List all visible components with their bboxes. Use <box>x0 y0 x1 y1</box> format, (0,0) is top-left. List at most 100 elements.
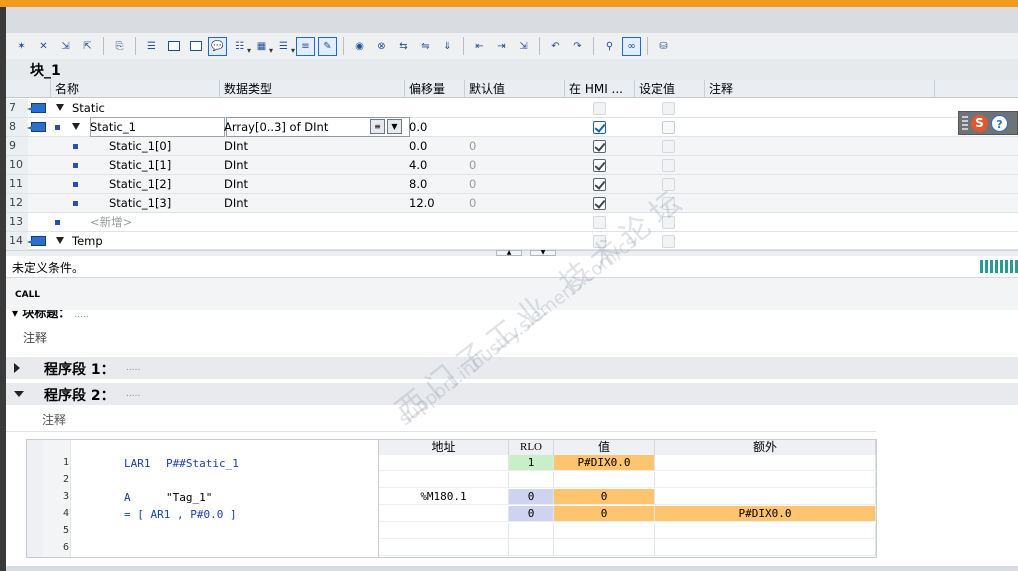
sogou-s-icon[interactable]: S <box>971 114 988 132</box>
stl-operand[interactable]: "Tag_1" <box>166 491 212 504</box>
table-row[interactable]: 12 Static_1[3] DInt 12.0 0 <box>6 194 1018 213</box>
stl-instruction[interactable]: = [ AR1 , P#0.0 ] <box>124 508 237 521</box>
collapse-arrow-icon[interactable] <box>72 123 80 130</box>
setpoint-checkbox[interactable] <box>662 178 675 191</box>
previous-call-icon[interactable]: ↶ <box>546 37 565 56</box>
step-over-icon[interactable]: ⇋ <box>416 37 435 56</box>
stl-instruction[interactable]: LAR1 <box>124 457 151 470</box>
col-setpoint-header[interactable]: 设定值 <box>634 80 704 98</box>
hmi-checkbox[interactable] <box>593 102 606 115</box>
table-row[interactable]: 8 Static_1 Array[0..3] of DInt ≡ ▼ 0.0 <box>6 117 1018 137</box>
var-name: Static_1[1] <box>109 158 172 172</box>
expand-all-icon[interactable]: ⇲ <box>56 37 75 56</box>
table-row[interactable]: 9 Static_1[0] DInt 0.0 0 <box>6 137 1018 156</box>
setpoint-checkbox[interactable] <box>662 121 675 134</box>
network-comments-icon[interactable]: ☰ ▾ <box>274 37 295 56</box>
hmi-checkbox[interactable] <box>593 159 606 172</box>
var-offset: 4.0 <box>409 158 428 172</box>
show-list-icon[interactable]: ≡ <box>296 36 315 56</box>
table-row[interactable]: 13 <新增> <box>6 213 1018 232</box>
col-hmi-header[interactable]: 在 HMI ... <box>564 80 636 98</box>
rlo-cell: 0 <box>509 489 554 505</box>
goto-icon[interactable]: ⇆ <box>394 37 413 56</box>
editor-title-strip <box>0 7 1018 33</box>
var-name[interactable]: Static_1 <box>90 118 136 136</box>
collapse-arrow-icon[interactable] <box>56 104 64 111</box>
database-icon[interactable]: ⛁ <box>654 37 673 56</box>
row-number: 14 <box>6 232 28 250</box>
hmi-checkbox[interactable] <box>593 235 606 248</box>
call-instruction[interactable]: CALL <box>15 290 40 300</box>
block-title-header[interactable]: ▾ 块标题： ..... <box>12 310 89 322</box>
hmi-checkbox[interactable] <box>593 178 606 191</box>
hmi-checkbox[interactable] <box>593 121 606 134</box>
col-comment-header[interactable]: 注释 <box>704 80 934 98</box>
indent-icon[interactable]: ⇥ <box>492 37 511 56</box>
expand-arrow-icon[interactable] <box>14 363 20 373</box>
hmi-checkbox[interactable] <box>593 140 606 153</box>
stl-instruction[interactable]: A <box>124 491 131 504</box>
block-interface-icon[interactable] <box>164 37 183 56</box>
insert-row-icon[interactable]: ✶ <box>12 37 31 56</box>
setpoint-checkbox[interactable] <box>662 140 675 153</box>
stl-operand[interactable]: P##Static_1 <box>166 457 239 470</box>
col-name-header[interactable]: 名称 <box>50 80 226 98</box>
setpoint-checkbox[interactable] <box>662 159 675 172</box>
ime-toolbar[interactable]: S ? <box>958 111 1018 135</box>
table-row[interactable]: 7 Static <box>6 99 1018 118</box>
section-icon <box>27 103 46 113</box>
snapshot-icon[interactable]: ⎘ <box>110 37 129 56</box>
step-into-icon[interactable]: ⇓ <box>438 37 457 56</box>
outdent-icon[interactable]: ⇲ <box>514 37 533 56</box>
favorites-icon[interactable]: ▦ ▾ <box>252 37 273 56</box>
block-comment[interactable]: 注释 <box>23 329 47 346</box>
setpoint-checkbox[interactable] <box>662 197 675 210</box>
table-row[interactable]: 14 Temp <box>6 232 1018 250</box>
hmi-checkbox[interactable] <box>593 216 606 229</box>
breakpoint-gutter[interactable] <box>27 440 43 557</box>
col-datatype-header[interactable]: 数据类型 <box>219 80 406 98</box>
network-1-header[interactable]: 程序段 1： ..... <box>6 357 1018 379</box>
network-2-header[interactable]: 程序段 2： ..... <box>6 383 1018 405</box>
favorites-bar-icon[interactable] <box>980 260 1018 273</box>
delete-row-icon[interactable]: ✕ <box>34 37 53 56</box>
setpoint-checkbox[interactable] <box>662 216 675 229</box>
toolbar-separator <box>135 37 136 55</box>
col-default-header[interactable]: 默认值 <box>464 80 564 98</box>
col-offset-header[interactable]: 偏移量 <box>404 80 464 98</box>
collapse-arrow-icon[interactable] <box>14 391 24 397</box>
setpoint-checkbox[interactable] <box>662 102 675 115</box>
network-2-label: 程序段 2： <box>44 388 115 404</box>
next-call-icon[interactable]: ↷ <box>568 37 587 56</box>
comment-toggle-icon[interactable]: 💬 <box>208 36 227 56</box>
network-2-title[interactable]: ..... <box>126 389 140 399</box>
rlo-cell <box>509 540 554 556</box>
insert-network-icon[interactable]: ☰ <box>142 37 161 56</box>
indent-left-icon[interactable]: ⇤ <box>470 37 489 56</box>
drag-grip-icon[interactable] <box>962 116 968 130</box>
dropdown-arrow-icon[interactable]: ▼ <box>387 119 402 134</box>
stl-code-pane[interactable]: 1 2 3 4 5 6 LAR1 P##Static_1 A "Tag_1" =… <box>27 440 379 557</box>
call-environment-icon[interactable]: ⚲ <box>600 37 619 56</box>
clear-breakpoint-icon[interactable]: ⊗ <box>372 37 391 56</box>
collapse-all-icon[interactable]: ⇱ <box>78 37 97 56</box>
bottom-scrollbar[interactable] <box>6 566 1018 571</box>
line-number: 1 <box>62 457 69 468</box>
setpoint-checkbox[interactable] <box>662 235 675 248</box>
set-breakpoint-icon[interactable]: ◉ <box>350 37 369 56</box>
help-icon[interactable]: ? <box>991 114 1008 132</box>
table-row[interactable]: 10 Static_1[1] DInt 4.0 0 <box>6 156 1018 175</box>
highlight-icon[interactable]: ✎ <box>318 36 337 56</box>
network-2-comment[interactable]: 注释 <box>42 411 66 428</box>
network-view-icon[interactable] <box>186 37 205 56</box>
absolute-address-icon[interactable]: ☷ ▾ <box>230 37 251 56</box>
collapse-arrow-icon[interactable] <box>56 237 64 244</box>
network-1-title[interactable]: ..... <box>126 363 140 373</box>
table-row[interactable]: 11 Static_1[2] DInt 8.0 0 <box>6 175 1018 194</box>
var-type[interactable]: Array[0..3] of DInt <box>224 118 328 136</box>
hmi-checkbox[interactable] <box>593 197 606 210</box>
monitoring-glasses-icon[interactable]: ∞ <box>622 36 641 56</box>
type-list-icon[interactable]: ≡ <box>370 119 385 134</box>
add-new-row[interactable]: <新增> <box>90 213 132 231</box>
extra-cell <box>655 472 876 488</box>
